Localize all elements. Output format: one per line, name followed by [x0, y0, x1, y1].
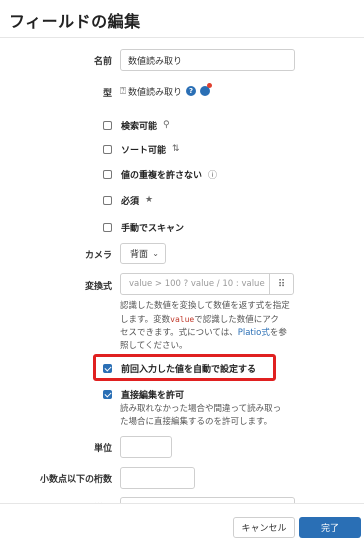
- conversion-desc-2b: で認識した数値にアク: [194, 315, 279, 325]
- direct-edit-desc-line2: た場合に直接編集するのを許可します。: [120, 417, 273, 427]
- option-prefill-previous[interactable]: 前回入力した値を自動で設定する: [103, 361, 256, 375]
- option-required[interactable]: 必須 ★: [103, 193, 153, 207]
- name-value: 数値読み取り: [128, 56, 183, 67]
- camera-label: カメラ: [84, 251, 112, 261]
- expression-editor-icon[interactable]: ⠿: [269, 274, 293, 294]
- conversion-desc-line4: 照してください。: [120, 341, 188, 351]
- direct-edit-description: 読み取れなかった場合や間違って読み取っ た場合に直接編集するのを許可します。: [120, 403, 300, 429]
- direct-edit-desc-line1: 読み取れなかった場合や間違って読み取っ: [120, 404, 282, 414]
- no-duplicates-label: 値の重複を許さない: [121, 170, 203, 181]
- option-search[interactable]: 検索可能 ⚲: [103, 118, 170, 132]
- unit-label: 単位: [93, 444, 112, 454]
- option-no-duplicates[interactable]: 値の重複を許さない ⓘ: [103, 167, 217, 181]
- dialog-header: フィールドの編集: [0, 0, 364, 38]
- info-circle-icon: ⓘ: [208, 170, 218, 181]
- required-checkbox[interactable]: [103, 195, 112, 205]
- camera-value: 背面: [130, 250, 149, 260]
- prefill-previous-label: 前回入力した値を自動で設定する: [121, 364, 257, 375]
- star-icon: ★: [145, 195, 154, 205]
- type-display: ⍰ 数値読み取り ?: [120, 83, 213, 98]
- no-duplicates-checkbox[interactable]: [103, 169, 112, 179]
- search-label: 検索可能: [121, 121, 158, 132]
- help-icon[interactable]: ?: [186, 86, 197, 96]
- camera-badge-icon[interactable]: [200, 83, 213, 96]
- required-label: 必須: [121, 196, 140, 207]
- conversion-label: 変換式: [84, 282, 112, 292]
- conversion-desc-line3: セスできます。式については、Platio式を参: [120, 327, 300, 340]
- manual-scan-label: 手動でスキャン: [121, 223, 185, 234]
- dialog-title: フィールドの編集: [9, 12, 141, 31]
- type-value: 数値読み取り: [128, 87, 183, 98]
- name-input[interactable]: 数値読み取り: [120, 49, 295, 71]
- conversion-desc-3a: セスできます。式については、: [120, 328, 238, 338]
- decimals-label: 小数点以下の桁数: [39, 475, 112, 485]
- conversion-description: 認識した数値を変換して数値を返す式を指定 します。変数valueで認識した数値に…: [120, 300, 300, 353]
- conversion-desc-line1: 認識した数値を変換して数値を返す式を指定: [120, 301, 290, 311]
- chevron-down-icon: ⌄: [152, 249, 159, 258]
- manual-scan-checkbox[interactable]: [103, 222, 112, 232]
- search-checkbox[interactable]: [103, 120, 112, 130]
- sort-checkbox[interactable]: [103, 144, 112, 154]
- cancel-button[interactable]: キャンセル: [233, 517, 295, 538]
- platio-formula-link[interactable]: Platio式: [238, 328, 270, 338]
- conversion-desc-line2: します。変数valueで認識した数値にアク: [120, 313, 300, 327]
- name-label: 名前: [93, 57, 112, 67]
- sort-arrows-icon: ⇅: [172, 144, 180, 154]
- type-label: 型: [102, 89, 112, 99]
- unit-input[interactable]: [120, 436, 172, 458]
- field-form: 名前 数値読み取り 型 ⍰ 数値読み取り ? 検索可能 ⚲ ソート可能 ⇅ 値の…: [0, 38, 364, 503]
- number-scan-icon: ⍰: [120, 85, 126, 97]
- option-manual-scan[interactable]: 手動でスキャン: [103, 220, 184, 234]
- conversion-desc-code: value: [170, 315, 195, 324]
- prefill-previous-checkbox[interactable]: [103, 363, 112, 373]
- option-sort[interactable]: ソート可能 ⇅: [103, 142, 180, 156]
- direct-edit-label: 直接編集を許可: [121, 390, 185, 401]
- dialog-footer: キャンセル 完了: [0, 503, 364, 543]
- camera-select[interactable]: 背面 ⌄: [120, 243, 166, 264]
- direct-edit-checkbox[interactable]: [103, 389, 112, 399]
- done-button[interactable]: 完了: [299, 517, 361, 538]
- magnifier-icon: ⚲: [163, 120, 170, 130]
- sort-label: ソート可能: [121, 145, 167, 156]
- option-direct-edit[interactable]: 直接編集を許可: [103, 387, 184, 401]
- conversion-input[interactable]: value > 100 ? value / 10 : value ⠿: [120, 273, 294, 295]
- decimals-input[interactable]: [120, 467, 195, 489]
- conversion-placeholder: value > 100 ? value / 10 : value: [129, 279, 265, 289]
- conversion-desc-3b: を参: [269, 328, 287, 338]
- conversion-desc-2a: します。変数: [120, 315, 171, 325]
